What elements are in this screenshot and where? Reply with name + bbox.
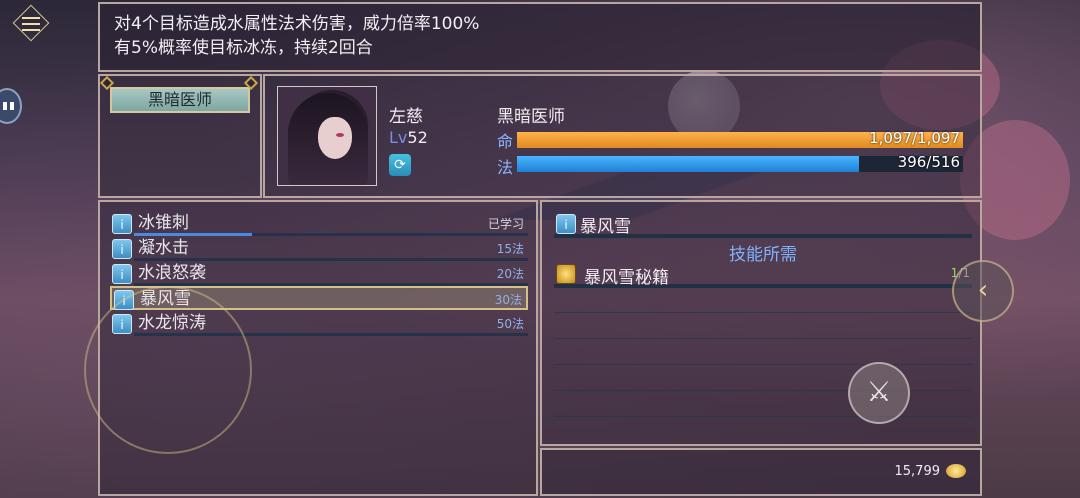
skill-cost: 30法 — [494, 293, 522, 307]
menu-icon[interactable] — [6, 4, 54, 44]
water-skill-icon: i — [556, 214, 576, 234]
character-class: 黑暗医师 — [497, 107, 565, 127]
gold-coin-icon — [946, 464, 966, 478]
gold-amount: 15,799 — [894, 464, 941, 479]
skill-cost: 50法 — [496, 317, 524, 331]
skill-cost: 15法 — [496, 242, 524, 256]
refresh-icon[interactable]: ⟳ — [389, 154, 411, 176]
sword-attack-icon[interactable]: ⚔ — [848, 362, 910, 424]
virtual-joystick[interactable] — [84, 286, 252, 454]
character-name: 左慈 — [389, 107, 423, 127]
skill-name: 水浪怒袭 — [138, 263, 206, 283]
mp-label: 法 — [497, 158, 514, 177]
description-line-1: 对4个目标造成水属性法术伤害，威力倍率100% — [114, 14, 480, 34]
skill-description-panel: 对4个目标造成水属性法术伤害，威力倍率100% 有5%概率使目标冰冻，持续2回合 — [98, 2, 982, 72]
detail-skill-name: 暴风雪 — [580, 217, 631, 237]
skill-name: 凝水击 — [138, 238, 189, 258]
level-prefix: Lv — [389, 128, 408, 147]
water-skill-icon: i — [112, 239, 132, 259]
water-skill-icon: i — [112, 264, 132, 284]
back-arrow-icon[interactable]: ‹ — [952, 260, 1014, 322]
requirement-item-name: 暴风雪秘籍 — [584, 268, 669, 288]
level-value: 52 — [407, 128, 428, 147]
skill-name: 冰锥刺 — [138, 213, 189, 233]
mp-bar-fill — [517, 156, 860, 172]
skill-detail-panel: i 暴风雪 技能所需 暴风雪秘籍 1/1 — [540, 200, 982, 446]
detail-header: i 暴风雪 — [554, 212, 972, 238]
class-panel: 黑暗医师 — [98, 74, 262, 198]
requirement-item-row[interactable]: 暴风雪秘籍 1/1 — [554, 262, 972, 288]
hp-label: 命 — [497, 132, 514, 151]
skill-progress — [134, 233, 252, 236]
class-tag[interactable]: 黑暗医师 — [110, 87, 250, 113]
skill-row[interactable]: i 凝水击 15法 — [110, 237, 528, 261]
currency-panel: 15,799 — [540, 448, 982, 496]
skill-cost: 20法 — [496, 267, 524, 281]
character-portrait[interactable] — [277, 86, 377, 186]
character-level: Lv52 — [389, 128, 428, 147]
description-line-2: 有5%概率使目标冰冻，持续2回合 — [114, 38, 373, 58]
character-panel: 左慈 Lv52 ⟳ 黑暗医师 命 1,097/1,097 法 396/516 — [263, 74, 982, 198]
hp-value: 1,097/1,097 — [869, 129, 960, 147]
skill-status: 已学习 — [487, 217, 524, 231]
mp-value: 396/516 — [897, 153, 960, 171]
skill-row[interactable]: i 冰锥刺 已学习 — [110, 212, 528, 236]
mp-bar — [517, 156, 963, 172]
skill-book-icon — [556, 264, 576, 284]
skill-row[interactable]: i 水浪怒袭 20法 — [110, 262, 528, 286]
water-skill-icon: i — [112, 214, 132, 234]
